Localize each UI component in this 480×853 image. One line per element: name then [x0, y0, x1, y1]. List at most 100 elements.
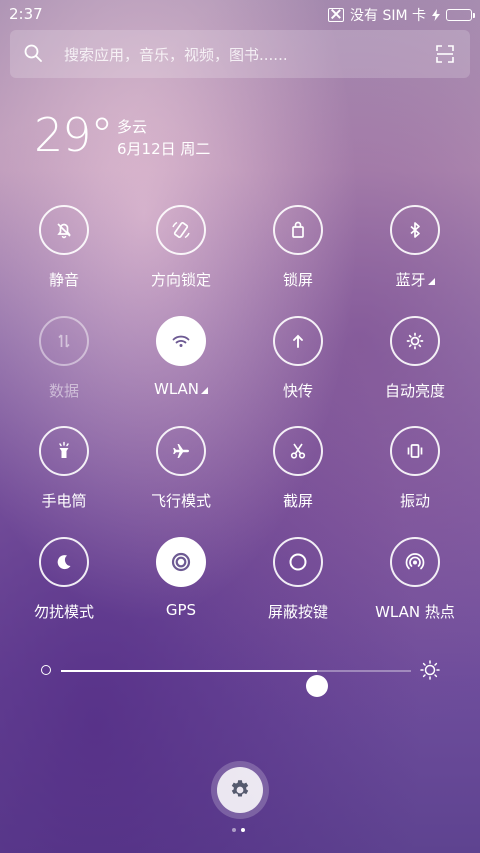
search-icon: [24, 44, 42, 62]
toggle-button[interactable]: [390, 426, 440, 476]
toggle-button[interactable]: [156, 316, 206, 366]
mobile-data-icon: [58, 334, 70, 348]
toggle-hotspot[interactable]: WLAN 热点: [356, 537, 474, 622]
block-keys-icon: [289, 553, 307, 571]
toggle-button[interactable]: [390, 205, 440, 255]
search-bar[interactable]: 搜索应用，音乐，视频，图书......: [10, 30, 470, 78]
toggle-label: 快传: [239, 380, 357, 401]
vibrate-icon: [407, 444, 423, 458]
weather-condition: 多云: [117, 118, 148, 136]
brightness-high-icon: [420, 660, 440, 680]
toggle-button[interactable]: [39, 316, 89, 366]
toggle-do-not-disturb[interactable]: 勿扰模式: [5, 537, 123, 622]
carrier-text: 没有 SIM 卡: [350, 8, 426, 24]
page-indicator: [232, 828, 245, 832]
toggle-button[interactable]: [39, 537, 89, 587]
toggle-label: WLAN 热点: [356, 601, 474, 622]
toggle-button[interactable]: [273, 426, 323, 476]
toggle-button[interactable]: [39, 205, 89, 255]
toggle-fast-transfer[interactable]: 快传: [239, 316, 357, 401]
toggle-label: 锁屏: [239, 269, 357, 290]
toggle-label: 手电筒: [5, 490, 123, 511]
scan-icon[interactable]: [436, 45, 454, 63]
toggle-label: 屏蔽按键: [239, 601, 357, 622]
toggle-label: 飞行模式: [122, 490, 240, 511]
search-input[interactable]: 搜索应用，音乐，视频，图书......: [64, 44, 288, 65]
toggle-button[interactable]: [156, 426, 206, 476]
toggle-button[interactable]: [390, 316, 440, 366]
brightness-low-icon: [41, 665, 51, 675]
toggle-label: 静音: [5, 269, 123, 290]
toggle-flashlight[interactable]: 手电筒: [5, 426, 123, 511]
gear-icon: [231, 780, 249, 797]
no-sim-icon: [328, 8, 344, 22]
silent-icon: [57, 223, 71, 239]
expand-indicator-icon: [427, 278, 435, 285]
screenshot-icon: [290, 443, 306, 459]
toggle-wifi[interactable]: WLAN: [122, 316, 240, 398]
toggle-label-text: 自动亮度: [384, 382, 445, 400]
rotation-lock-icon: [172, 221, 190, 239]
toggle-airplane[interactable]: 飞行模式: [122, 426, 240, 511]
toggle-button[interactable]: [273, 205, 323, 255]
toggle-label-text: 方向锁定: [150, 271, 211, 289]
toggle-label: 振动: [356, 490, 474, 511]
auto-brightness-icon: [406, 332, 424, 350]
toggle-label-text: 静音: [48, 271, 79, 289]
page-dot: [232, 828, 236, 832]
toggle-label-text: WLAN 热点: [375, 603, 455, 621]
temperature: 29°: [34, 108, 114, 162]
hotspot-icon: [405, 553, 425, 570]
toggle-label-text: 截屏: [282, 492, 313, 510]
toggle-auto-brightness[interactable]: 自动亮度: [356, 316, 474, 401]
expand-indicator-icon: [201, 387, 208, 394]
settings-button[interactable]: [211, 761, 269, 819]
status-indicators: 没有 SIM 卡: [328, 5, 475, 25]
toggle-label-text: GPS: [165, 601, 197, 619]
toggle-button[interactable]: [273, 316, 323, 366]
toggle-label: 截屏: [239, 490, 357, 511]
brightness-slider[interactable]: [38, 655, 442, 697]
date-label: 6月12日 周二: [117, 140, 211, 158]
toggle-label-text: WLAN: [153, 380, 199, 398]
toggle-label-text: 锁屏: [282, 271, 313, 289]
battery-icon: [446, 9, 475, 21]
airplane-icon: [173, 444, 189, 458]
toggle-button[interactable]: [273, 537, 323, 587]
toggle-label-text: 蓝牙: [395, 271, 426, 289]
toggle-label-text: 手电筒: [41, 492, 87, 510]
toggle-label-text: 勿扰模式: [33, 603, 94, 621]
toggle-button[interactable]: [390, 537, 440, 587]
flashlight-icon: [59, 441, 69, 458]
toggle-screenshot[interactable]: 截屏: [239, 426, 357, 511]
toggle-button[interactable]: [156, 205, 206, 255]
toggle-label: 数据: [5, 380, 123, 401]
toggle-label-text: 数据: [48, 382, 79, 400]
toggle-rotation-lock[interactable]: 方向锁定: [122, 205, 240, 290]
toggle-bluetooth[interactable]: 蓝牙: [356, 205, 474, 290]
toggle-label: GPS: [122, 601, 240, 619]
toggle-gps[interactable]: GPS: [122, 537, 240, 619]
toggle-mobile-data[interactable]: 数据: [5, 316, 123, 401]
toggle-label-text: 飞行模式: [150, 492, 211, 510]
toggle-label: WLAN: [122, 380, 240, 398]
toggle-silent[interactable]: 静音: [5, 205, 123, 290]
toggle-block-keys[interactable]: 屏蔽按键: [239, 537, 357, 622]
fast-transfer-icon: [293, 334, 303, 348]
toggle-label: 蓝牙: [356, 269, 474, 290]
status-time: 2:37: [9, 5, 43, 23]
brightness-thumb[interactable]: [306, 675, 328, 697]
bluetooth-icon: [410, 222, 420, 238]
toggle-vibrate[interactable]: 振动: [356, 426, 474, 511]
toggle-lock[interactable]: 锁屏: [239, 205, 357, 290]
do-not-disturb-icon: [57, 555, 71, 570]
gps-icon: [171, 552, 191, 572]
brightness-track[interactable]: [61, 670, 411, 697]
toggle-button[interactable]: [39, 426, 89, 476]
toggle-label: 方向锁定: [122, 269, 240, 290]
page-dot: [241, 828, 245, 832]
brightness-fill: [61, 670, 317, 672]
toggle-button[interactable]: [156, 537, 206, 587]
toggle-label-text: 振动: [399, 492, 430, 510]
lock-icon: [292, 221, 304, 238]
